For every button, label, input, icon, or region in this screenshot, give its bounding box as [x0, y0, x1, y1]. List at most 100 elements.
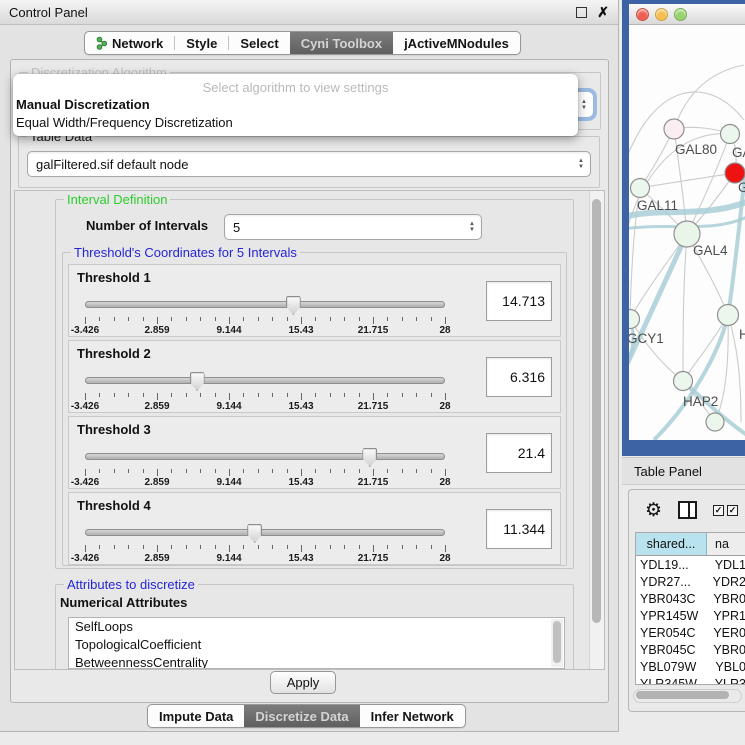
tab-impute-data[interactable]: Impute Data — [148, 705, 244, 727]
slider-tick — [373, 469, 374, 476]
table-panel: ⚙ ✓✓ shared... na YDL19...YDL1YDR27...YD… — [628, 489, 745, 712]
threshold-value-field[interactable]: 11.344 — [486, 509, 552, 549]
table-row[interactable]: YLR345WYLR3 — [636, 675, 745, 685]
slider-tick — [229, 393, 230, 400]
number-of-intervals-label: Number of Intervals — [86, 218, 208, 233]
network-node[interactable] — [674, 372, 693, 391]
slider-tick — [359, 469, 360, 473]
slider-tick — [128, 393, 129, 397]
zoom-traffic-light-icon[interactable] — [674, 8, 687, 21]
network-edge[interactable] — [728, 175, 745, 315]
dropdown-hint[interactable]: Select algorithm to view settings — [13, 74, 578, 96]
select-columns-icon[interactable]: ✓✓ — [713, 505, 738, 516]
table-cell: YDL1 — [708, 556, 745, 573]
table-data-combobox[interactable]: galFiltered.sif default node ▲▼ — [27, 151, 591, 177]
table-panel-header: Table Panel — [622, 457, 745, 485]
network-edge[interactable] — [630, 319, 683, 381]
table-cell: YBR0 — [706, 641, 745, 658]
slider-tick — [114, 393, 115, 397]
table-row[interactable]: YER054CYER0 — [636, 624, 745, 641]
attribute-list-item[interactable]: SelfLoops — [69, 618, 564, 636]
tab-jactivemnodules[interactable]: jActiveMNodules — [393, 32, 520, 54]
network-edge[interactable] — [683, 234, 687, 381]
table-horizontal-scrollbar[interactable] — [633, 689, 742, 703]
slider-tick — [272, 545, 273, 549]
tab-select[interactable]: Select — [229, 32, 289, 54]
slider-track[interactable] — [85, 453, 445, 460]
network-node[interactable] — [706, 413, 724, 431]
slider-track[interactable] — [85, 301, 445, 308]
number-of-intervals-combobox[interactable]: 5 ▲▼ — [224, 214, 482, 240]
slider-track[interactable] — [85, 377, 445, 384]
table-row[interactable]: YDR27...YDR2 — [636, 573, 745, 590]
tab-network[interactable]: Network — [85, 32, 174, 54]
attribute-list-item[interactable]: TopologicalCoefficient — [69, 636, 564, 654]
threshold-slider[interactable]: -3.4262.8599.14415.4321.71528 — [85, 523, 445, 559]
minimize-traffic-light-icon[interactable] — [655, 8, 668, 21]
tab-style[interactable]: Style — [175, 32, 228, 54]
threshold-value-field[interactable]: 14.713 — [486, 281, 552, 321]
network-node[interactable] — [629, 310, 640, 329]
tab-discretize-data[interactable]: Discretize Data — [244, 705, 359, 727]
table-row[interactable]: YBL079WYBL0 — [636, 658, 745, 675]
slider-thumb[interactable] — [190, 372, 205, 391]
list-scrollbar[interactable] — [551, 619, 563, 667]
dropdown-item-manual-discretization[interactable]: Manual Discretization — [13, 96, 578, 114]
network-node-label: GCY1 — [629, 331, 664, 346]
network-node[interactable] — [631, 179, 650, 198]
tab-cyni-toolbox[interactable]: Cyni Toolbox — [290, 32, 393, 54]
slider-tick — [445, 393, 446, 400]
network-view-window: GAL80GAGGAL11GAL4GCY1HHAP2 — [622, 0, 745, 456]
slider-tick — [114, 469, 115, 473]
float-window-icon[interactable] — [576, 7, 587, 18]
slider-tick — [128, 317, 129, 321]
column-header-shared-name[interactable]: shared... — [636, 533, 707, 555]
apply-button[interactable]: Apply — [270, 671, 336, 694]
table-row[interactable]: YPR145WYPR1 — [636, 607, 745, 624]
slider-tick — [416, 545, 417, 549]
table-cell: YER0 — [706, 624, 745, 641]
slider-tick — [243, 469, 244, 473]
slider-track[interactable] — [85, 529, 445, 536]
dropdown-item-equal-width[interactable]: Equal Width/Frequency Discretization — [13, 114, 578, 132]
close-icon[interactable]: ✗ — [597, 7, 609, 17]
slider-tick — [200, 393, 201, 397]
network-icon — [96, 36, 107, 50]
network-edge[interactable] — [629, 234, 687, 370]
network-node-label: H — [739, 327, 745, 342]
slider-tick — [258, 317, 259, 321]
threshold-value-field[interactable]: 6.316 — [486, 357, 552, 397]
threshold-slider[interactable]: -3.4262.8599.14415.4321.71528 — [85, 371, 445, 407]
slider-thumb[interactable] — [286, 296, 301, 315]
control-panel-window: Control Panel ✗ NetworkStyleSelectCyni T… — [0, 0, 619, 732]
table-row[interactable]: YDL19...YDL1 — [636, 556, 745, 573]
table-toolbar: ⚙ ✓✓ — [629, 490, 745, 530]
network-canvas[interactable]: GAL80GAGGAL11GAL4GCY1HHAP2 — [629, 25, 745, 440]
attribute-list-item[interactable]: BetweennessCentrality — [69, 654, 564, 669]
threshold-slider[interactable]: -3.4262.8599.14415.4321.71528 — [85, 447, 445, 483]
network-edge[interactable] — [640, 173, 735, 188]
columns-icon[interactable] — [678, 501, 697, 519]
table-cell: YBL0 — [708, 658, 745, 675]
network-edge[interactable] — [674, 65, 744, 129]
slider-tick — [157, 317, 158, 324]
column-header-name[interactable]: na — [707, 533, 745, 555]
slider-tick-label: 2.859 — [144, 477, 169, 488]
network-node[interactable] — [721, 125, 740, 144]
gear-icon[interactable]: ⚙ — [645, 501, 662, 520]
slider-thumb[interactable] — [247, 524, 262, 543]
slider-tick — [171, 317, 172, 321]
settings-scrollbar[interactable] — [589, 191, 604, 669]
network-node[interactable] — [718, 305, 739, 326]
threshold-value-field[interactable]: 21.4 — [486, 433, 552, 473]
table-row[interactable]: YBR045CYBR0 — [636, 641, 745, 658]
close-traffic-light-icon[interactable] — [636, 8, 649, 21]
tab-infer-network[interactable]: Infer Network — [360, 705, 465, 727]
threshold-slider[interactable]: -3.4262.8599.14415.4321.71528 — [85, 295, 445, 331]
slider-thumb[interactable] — [362, 448, 377, 467]
numerical-attributes-list[interactable]: SelfLoopsTopologicalCoefficientBetweenne… — [68, 617, 565, 669]
table-row[interactable]: YBR043CYBR0 — [636, 590, 745, 607]
tab-label: jActiveMNodules — [404, 36, 509, 51]
network-node[interactable] — [664, 119, 684, 139]
network-node-label: GAL80 — [675, 142, 717, 157]
